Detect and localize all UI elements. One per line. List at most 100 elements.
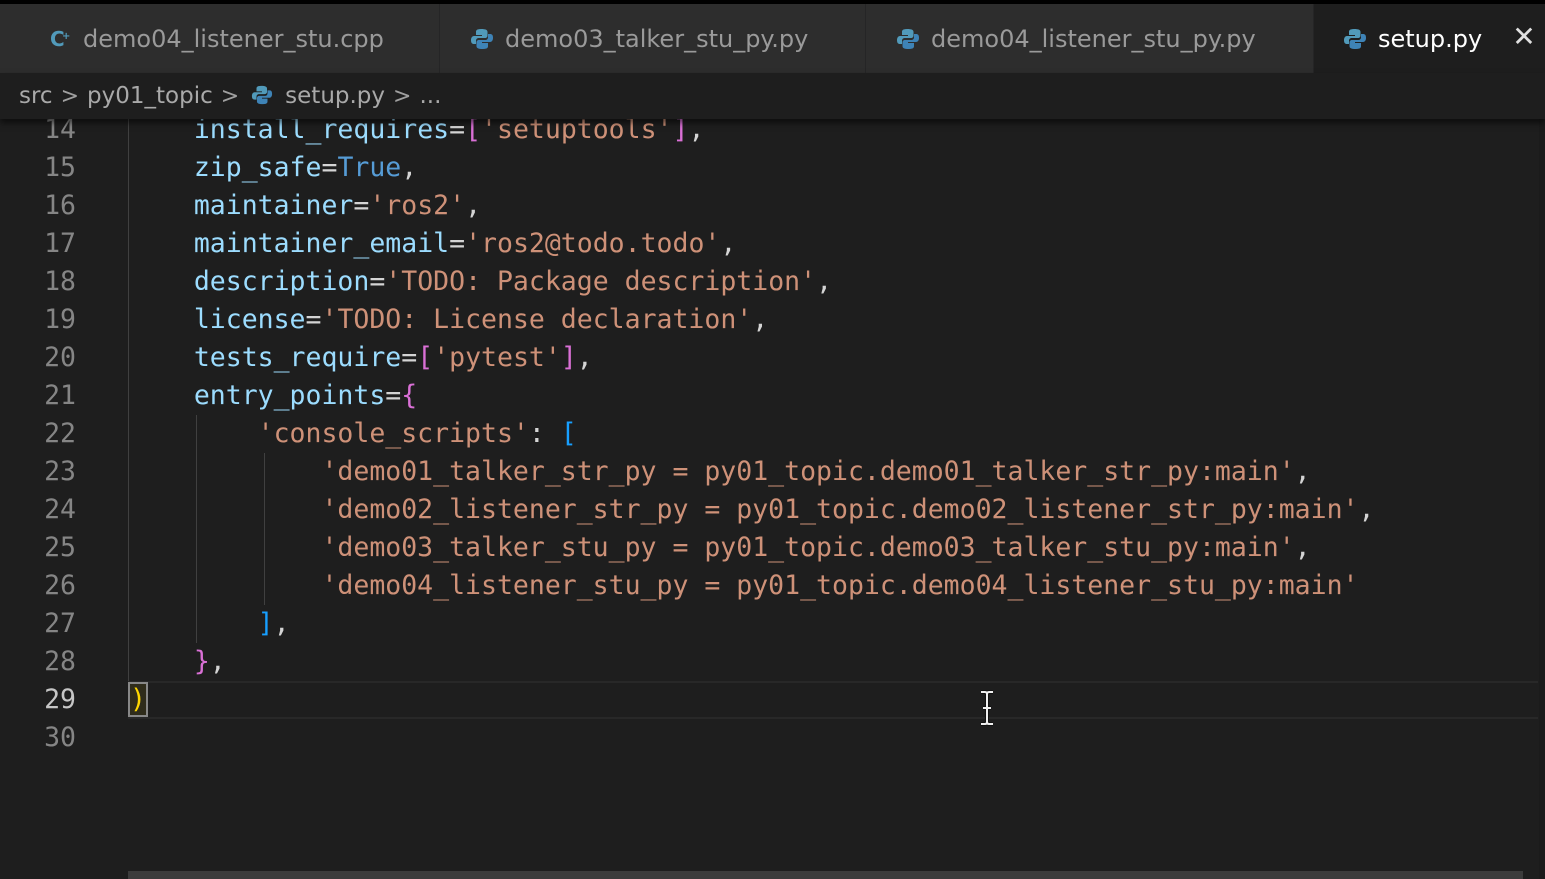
code-editor[interactable]: 14 install_requires=['setuptools'], 15 zi… — [0, 111, 1545, 879]
code-bracket: [ — [417, 342, 434, 373]
code-operator: = — [369, 266, 386, 297]
tab-demo04-listener-stu-py[interactable]: demo04_listener_stu_py.py — [866, 4, 1314, 73]
breadcrumb-item-setup-py[interactable]: setup.py — [285, 83, 385, 109]
code-string: 'ros2' — [369, 190, 466, 221]
code-line[interactable]: 'console_scripts': [ — [130, 415, 577, 453]
editor-tab-bar: C + demo04_listener_stu.cpp demo03_talker… — [0, 0, 1545, 73]
python-file-icon — [469, 26, 495, 52]
tab-label: setup.py — [1378, 24, 1483, 53]
code-line[interactable]: zip_safe=True, — [130, 149, 417, 187]
line-number: 25 — [44, 532, 76, 563]
code-line[interactable]: tests_require=['pytest'], — [130, 339, 593, 377]
line-number: 18 — [44, 266, 76, 297]
chevron-right-icon: > — [220, 83, 240, 109]
code-line[interactable]: entry_points={ — [130, 377, 417, 415]
code-string: 'TODO: Package description' — [385, 266, 817, 297]
code-punctuation: , — [720, 228, 737, 259]
indent-guide — [195, 415, 197, 643]
code-punctuation: , — [752, 304, 769, 335]
code-operator: = — [401, 342, 418, 373]
line-number: 16 — [44, 190, 76, 221]
code-line[interactable]: }, — [130, 643, 226, 681]
code-bracket: { — [401, 380, 418, 411]
code-operator: = — [305, 304, 322, 335]
tab-demo03-talker-stu-py[interactable]: demo03_talker_stu_py.py — [440, 4, 866, 73]
line-number: 27 — [44, 608, 76, 639]
code-line[interactable]: 'demo02_listener_str_py = py01_topic.dem… — [130, 491, 1374, 529]
breadcrumb-item-py01-topic[interactable]: py01_topic — [87, 83, 213, 109]
code-line[interactable]: 'demo03_talker_stu_py = py01_topic.demo0… — [130, 529, 1310, 567]
line-number: 30 — [44, 722, 76, 753]
code-string: 'demo02_listener_str_py = py01_topic.dem… — [321, 494, 1359, 525]
python-file-icon — [1342, 26, 1368, 52]
breadcrumb-item-symbols[interactable]: ... — [419, 83, 441, 109]
indent-guide — [263, 453, 265, 605]
code-bracket: } — [193, 646, 210, 677]
code-punctuation: , — [465, 190, 482, 221]
breadcrumb: src > py01_topic > setup.py > ... — [0, 73, 1545, 119]
line-number: 20 — [44, 342, 76, 373]
code-string: 'ros2@todo.todo' — [465, 228, 721, 259]
code-line[interactable]: maintainer='ros2', — [130, 187, 481, 225]
code-keyword-arg: license — [193, 304, 306, 335]
text-cursor-icon — [981, 690, 993, 726]
cpp-file-icon: C + — [47, 26, 73, 52]
code-line[interactable]: license='TODO: License declaration', — [130, 301, 768, 339]
line-number: 28 — [44, 646, 76, 677]
code-line[interactable]: ) — [128, 681, 148, 719]
code-punctuation: , — [401, 152, 418, 183]
code-operator: = — [321, 152, 338, 183]
line-number: 21 — [44, 380, 76, 411]
code-bracket: [ — [560, 418, 577, 449]
code-line[interactable]: ], — [130, 605, 290, 643]
line-number: 24 — [44, 494, 76, 525]
code-keyword-arg: maintainer — [193, 190, 354, 221]
line-number: 29 — [44, 684, 76, 715]
code-punctuation: , — [1358, 494, 1375, 525]
close-icon[interactable]: ✕ — [1511, 23, 1537, 51]
chevron-right-icon: > — [393, 83, 412, 109]
breadcrumb-item-src[interactable]: src — [19, 83, 53, 109]
code-string: 'pytest' — [433, 342, 561, 373]
code-bracket: ) — [128, 682, 148, 717]
code-line[interactable]: description='TODO: Package description', — [130, 263, 832, 301]
code-string: 'demo03_talker_stu_py = py01_topic.demo0… — [321, 532, 1295, 563]
code-string: 'demo04_listener_stu_py = py01_topic.dem… — [321, 570, 1359, 601]
code-keyword-arg: tests_require — [193, 342, 402, 373]
tab-demo04-listener-stu-cpp[interactable]: C + demo04_listener_stu.cpp — [0, 4, 440, 73]
code-line[interactable]: maintainer_email='ros2@todo.todo', — [130, 225, 737, 263]
code-punctuation: : — [528, 418, 561, 449]
code-punctuation: , — [273, 608, 290, 639]
code-operator: = — [385, 380, 402, 411]
tab-setup-py[interactable]: setup.py ✕ — [1314, 4, 1545, 73]
code-constant: True — [337, 152, 402, 183]
current-line-highlight — [128, 681, 1538, 719]
code-line[interactable]: 'demo04_listener_stu_py = py01_topic.dem… — [130, 567, 1359, 605]
code-string: 'demo01_talker_str_py = py01_topic.demo0… — [321, 456, 1295, 487]
line-number: 17 — [44, 228, 76, 259]
line-number: 19 — [44, 304, 76, 335]
line-number: 23 — [44, 456, 76, 487]
tab-label: demo04_listener_stu.cpp — [83, 24, 384, 53]
code-punctuation: , — [816, 266, 833, 297]
code-bracket: ] — [560, 342, 577, 373]
chevron-right-icon: > — [60, 83, 80, 109]
code-line[interactable]: 'demo01_talker_str_py = py01_topic.demo0… — [130, 453, 1310, 491]
horizontal-scrollbar[interactable] — [128, 871, 1523, 879]
code-punctuation: , — [209, 646, 226, 677]
python-file-icon — [251, 84, 275, 108]
line-number: 26 — [44, 570, 76, 601]
vertical-scrollbar[interactable] — [1539, 119, 1545, 879]
